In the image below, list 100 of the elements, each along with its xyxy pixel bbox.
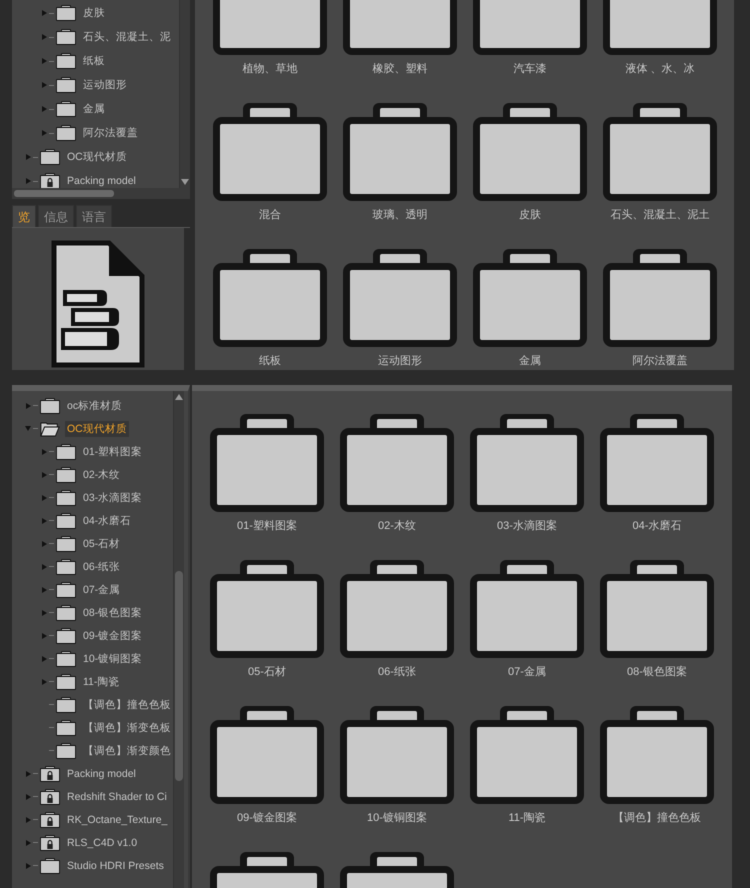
- folder-icon: [56, 558, 76, 574]
- tree-item[interactable]: 01-塑料图案: [81, 444, 144, 460]
- tree-item[interactable]: 【调色】撞色色板: [81, 696, 173, 712]
- folder-icon: [56, 742, 76, 758]
- folder-label: 10-镀铜图案: [367, 812, 427, 825]
- folder-icon: [56, 512, 76, 528]
- tree-item[interactable]: 纸板: [81, 53, 107, 69]
- tree-item[interactable]: 金属: [81, 101, 107, 117]
- folder-icon[interactable]: [603, 249, 717, 347]
- folder-label: 玻璃、透明: [372, 209, 428, 222]
- panel-tab[interactable]: 语言: [76, 205, 112, 227]
- folder-icon: [56, 125, 76, 141]
- folder-icon[interactable]: [600, 706, 714, 804]
- tree-item[interactable]: 06-纸张: [81, 558, 122, 574]
- folder-icon: [56, 536, 76, 552]
- tree-item[interactable]: OC现代材质: [65, 420, 129, 436]
- panel-tab[interactable]: 览: [12, 205, 36, 227]
- tree-item[interactable]: 石头、混凝土、泥: [81, 29, 173, 45]
- vertical-scrollbar[interactable]: [173, 391, 184, 888]
- folder-icon: [56, 466, 76, 482]
- folder-label: 纸板: [259, 355, 281, 368]
- folder-icon[interactable]: [473, 249, 587, 347]
- folder-label: 皮肤: [519, 209, 541, 222]
- folder-label: 08-银色图案: [627, 666, 687, 679]
- folder-icon[interactable]: [473, 103, 587, 201]
- folder-label: 【调色】撞色色板: [613, 812, 701, 825]
- folder-icon[interactable]: [470, 706, 584, 804]
- folder-icon: [56, 720, 76, 736]
- tree-item[interactable]: 运动图形: [81, 77, 129, 93]
- document-books-icon: [51, 240, 145, 368]
- folder-label: 11-陶瓷: [508, 812, 546, 825]
- folder-icon: [40, 149, 60, 165]
- tree-item[interactable]: 04-水磨石: [81, 512, 134, 528]
- folder-icon: [56, 29, 76, 45]
- folder-icon: [56, 53, 76, 69]
- horizontal-scrollbar[interactable]: [12, 188, 190, 199]
- tree-item[interactable]: Packing model: [65, 766, 138, 780]
- folder-icon[interactable]: [213, 249, 327, 347]
- folder-label: 03-水滴图案: [497, 520, 557, 533]
- tree-item[interactable]: 皮肤: [81, 5, 107, 21]
- tree-item[interactable]: Packing model: [65, 174, 138, 188]
- folder-icon: [56, 628, 76, 644]
- folder-icon[interactable]: [210, 414, 324, 512]
- tree-item[interactable]: 02-木纹: [81, 466, 122, 482]
- tree-item[interactable]: 05-石材: [81, 536, 122, 552]
- tree-item[interactable]: 09-镀金图案: [81, 628, 144, 644]
- folder-icon[interactable]: [210, 706, 324, 804]
- folder-icon[interactable]: [213, 103, 327, 201]
- tree-item[interactable]: 08-银色图案: [81, 604, 144, 620]
- folder-icon[interactable]: [343, 249, 457, 347]
- folder-icon[interactable]: [340, 414, 454, 512]
- tree-item[interactable]: Redshift Shader to Ci: [65, 790, 169, 804]
- folder-label: 阿尔法覆盖: [632, 355, 688, 368]
- locked-folder-icon: [40, 788, 60, 804]
- tree-item[interactable]: 阿尔法覆盖: [81, 125, 140, 141]
- folder-icon: [56, 490, 76, 506]
- folder-icon: [56, 101, 76, 117]
- folder-icon: [56, 77, 76, 93]
- folder-label: 汽车漆: [514, 63, 546, 76]
- folder-label: 09-镀金图案: [237, 812, 297, 825]
- folder-icon[interactable]: [600, 414, 714, 512]
- folder-label: 05-石材: [248, 666, 286, 679]
- folder-label: 石头、混凝土、泥土: [610, 209, 710, 222]
- folder-icon: [56, 650, 76, 666]
- folder-icon: [56, 582, 76, 598]
- tree-item[interactable]: 11-陶瓷: [81, 674, 122, 690]
- folder-icon: [40, 398, 60, 414]
- tree-item[interactable]: 【调色】渐变色板: [81, 720, 173, 736]
- folder-label: 橡胶、塑料: [372, 63, 428, 76]
- folder-icon[interactable]: [340, 706, 454, 804]
- locked-folder-icon: [40, 812, 60, 828]
- folder-label: 金属: [519, 355, 541, 368]
- folder-label: 02-木纹: [378, 520, 416, 533]
- folder-icon[interactable]: [343, 103, 457, 201]
- tree-item[interactable]: OC现代材质: [65, 149, 129, 165]
- folder-icon[interactable]: [470, 414, 584, 512]
- locked-folder-icon: [40, 834, 60, 850]
- folder-label: 06-纸张: [378, 666, 416, 679]
- tree-item[interactable]: 03-水滴图案: [81, 490, 144, 506]
- folder-icon: [56, 696, 76, 712]
- folder-label: 04-水磨石: [632, 520, 682, 533]
- folder-icon[interactable]: [210, 560, 324, 658]
- tree-item[interactable]: Studio HDRI Presets: [65, 858, 166, 872]
- tree-item[interactable]: 07-金属: [81, 582, 122, 598]
- open-folder-icon: [40, 420, 60, 436]
- folder-icon[interactable]: [340, 560, 454, 658]
- folder-icon[interactable]: [603, 103, 717, 201]
- folder-label: 运动图形: [378, 355, 422, 368]
- vertical-scrollbar[interactable]: [179, 0, 190, 188]
- tree-item[interactable]: RLS_C4D v1.0: [65, 836, 140, 850]
- tree-item[interactable]: 10-镀铜图案: [81, 650, 144, 666]
- locked-folder-icon: [40, 766, 60, 782]
- tree-item[interactable]: RK_Octane_Texture_: [65, 812, 170, 826]
- folder-label: 01-塑料图案: [237, 520, 297, 533]
- folder-icon: [56, 5, 76, 21]
- panel-tab[interactable]: 信息: [38, 205, 74, 227]
- tree-item[interactable]: oc标准材质: [65, 398, 124, 414]
- folder-icon[interactable]: [470, 560, 584, 658]
- tree-item[interactable]: 【调色】渐变颜色: [81, 742, 173, 758]
- folder-icon[interactable]: [600, 560, 714, 658]
